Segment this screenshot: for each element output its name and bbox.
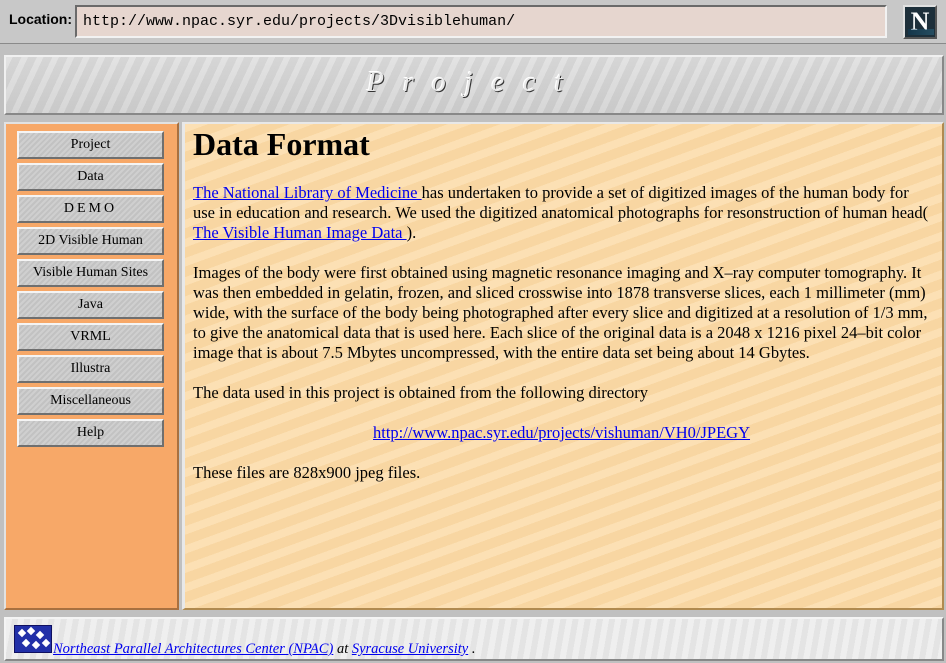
nav-illustra-button[interactable]: Illustra	[17, 355, 164, 383]
nav-data-button[interactable]: Data	[17, 163, 164, 191]
project-banner: Project	[4, 55, 944, 115]
visible-human-data-link[interactable]: The Visible Human Image Data	[193, 223, 407, 242]
nav-miscellaneous-button[interactable]: Miscellaneous	[17, 387, 164, 415]
file-format-paragraph: These files are 828x900 jpeg files.	[193, 463, 421, 482]
imaging-paragraph: Images of the body were first obtained u…	[193, 263, 928, 362]
nav-2d-visible-human-button[interactable]: 2D Visible Human	[17, 227, 164, 255]
intro-paragraph: The National Library of Medicine has und…	[193, 183, 930, 243]
page-title: Data Format	[193, 126, 370, 162]
main-content: Data Format The National Library of Medi…	[182, 122, 944, 610]
nav-vrml-button[interactable]: VRML	[17, 323, 164, 351]
netscape-logo-icon[interactable]: N	[903, 5, 937, 39]
intro-text-end: ).	[406, 223, 417, 242]
nlm-link[interactable]: The National Library of Medicine	[193, 183, 422, 202]
nav-visible-human-sites-button[interactable]: Visible Human Sites	[17, 259, 164, 287]
directory-link-row: http://www.npac.syr.edu/projects/vishuma…	[193, 423, 930, 443]
syracuse-link[interactable]: Syracuse University	[352, 641, 468, 657]
nav-demo-button[interactable]: DEMO	[17, 195, 164, 223]
npac-logo-icon[interactable]	[14, 625, 52, 653]
footer-end: .	[468, 641, 476, 657]
location-bar: Location: http://www.npac.syr.edu/projec…	[0, 0, 946, 44]
data-directory-link[interactable]: http://www.npac.syr.edu/projects/vishuma…	[373, 423, 750, 442]
footer: Northeast Parallel Architectures Center …	[4, 617, 944, 661]
nav-project-button[interactable]: Project	[17, 131, 164, 159]
nav-java-button[interactable]: Java	[17, 291, 164, 319]
nav-help-button[interactable]: Help	[17, 419, 164, 447]
sidebar-nav: Project Data DEMO 2D Visible Human Visib…	[4, 122, 179, 610]
footer-at: at	[333, 641, 352, 657]
footer-credit: Northeast Parallel Architectures Center …	[53, 641, 475, 658]
banner-title: Project	[366, 67, 582, 98]
url-input[interactable]: http://www.npac.syr.edu/projects/3Dvisib…	[75, 5, 887, 38]
directory-paragraph: The data used in this project is obtaine…	[193, 383, 649, 402]
location-label: Location:	[9, 11, 72, 27]
npac-link[interactable]: Northeast Parallel Architectures Center …	[53, 641, 333, 657]
